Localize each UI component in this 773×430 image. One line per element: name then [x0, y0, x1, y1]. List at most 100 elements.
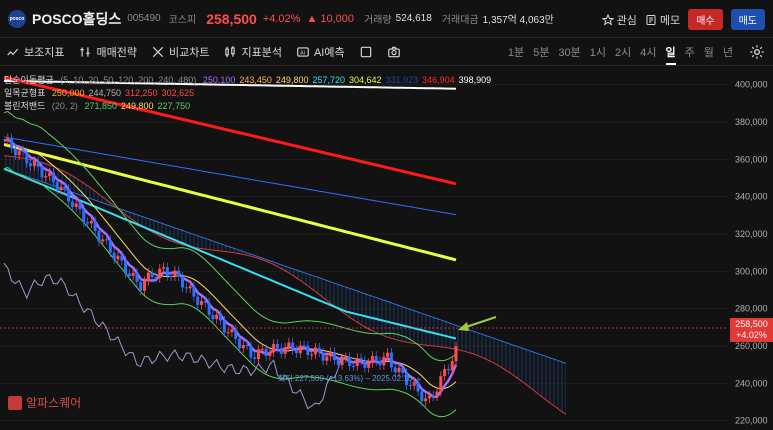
candle-body-104 [397, 367, 401, 373]
candle-body-56 [215, 314, 219, 320]
timeframe-tab-2[interactable]: 30분 [558, 44, 580, 65]
timeframe-tab-5[interactable]: 4시 [640, 44, 656, 65]
candle-body-24 [93, 220, 97, 231]
strategy-button[interactable]: 매매전략 [78, 44, 137, 60]
candle-body-46 [177, 270, 181, 277]
memo-button[interactable]: 메모 [645, 12, 680, 28]
candle-body-37 [143, 281, 147, 291]
compare-icon [152, 46, 164, 57]
volume-value: 524,618 [395, 13, 432, 24]
candle-body-20 [78, 203, 82, 210]
y-tick-label-0: 400,000 [735, 80, 768, 90]
checkbox-button[interactable] [359, 45, 373, 59]
candle-body-41 [158, 268, 162, 279]
candle-body-60 [230, 329, 234, 333]
candle-body-36 [139, 281, 143, 291]
alphasquare-watermark: 알파스퀘어 [8, 394, 81, 411]
candle-body-22 [86, 222, 90, 224]
strategy-icon [80, 46, 91, 57]
timeframe-tab-8[interactable]: 월 [704, 44, 714, 65]
current-price-tag: 258,500 +4.02% [730, 318, 773, 342]
ichimoku-legend[interactable]: 일목균형표 250,000 244,750 312,250 302,625 [4, 86, 202, 99]
candle-body-75 [287, 342, 291, 348]
ma-value-5: 331,923 [385, 75, 419, 85]
alphasquare-logo [8, 395, 22, 410]
candle-body-69 [264, 348, 268, 357]
timeframe-tab-1[interactable]: 5분 [533, 44, 549, 65]
ichimoku-value-3: 302,625 [161, 88, 195, 98]
candle-body-14 [55, 182, 59, 191]
candle-body-107 [408, 385, 412, 387]
timeframe-tab-7[interactable]: 주 [685, 44, 695, 65]
screenshot-button[interactable] [387, 45, 401, 59]
candle-body-114 [435, 391, 439, 397]
timeframe-tabs: 1분 5분 30분 1시 2시 4시 일 주 월 년 [508, 44, 733, 65]
low-price-annotation: 최저 227,500 (+13.63%) – 2025.02.10 → [278, 374, 423, 383]
candle-body-55 [211, 314, 215, 320]
candle-body-92 [351, 366, 355, 368]
timeframe-tab-3[interactable]: 1시 [590, 44, 606, 65]
timeframe-tab-9[interactable]: 년 [723, 44, 733, 65]
y-tick-label-1: 380,000 [735, 117, 768, 127]
svg-text:AI: AI [300, 50, 305, 56]
ma-value-3: 257,720 [312, 75, 346, 85]
candle-body-33 [127, 273, 131, 276]
ichimoku-lagging-line [3, 262, 343, 410]
timeframe-tab-4[interactable]: 2시 [615, 44, 631, 65]
candle-body-95 [363, 360, 367, 368]
stock-name[interactable]: POSCO홀딩스 [32, 9, 121, 29]
candle-body-86 [329, 352, 333, 357]
candle-body-3 [13, 148, 17, 156]
change-amount: ▲ 10,000 [306, 12, 355, 25]
candle-body-62 [237, 338, 241, 349]
candle-body-89 [340, 358, 344, 366]
candle-body-78 [298, 345, 302, 354]
candle-body-72 [275, 343, 279, 348]
candle-body-35 [135, 272, 139, 282]
candle-body-26 [101, 239, 105, 242]
candle-body-96 [367, 363, 371, 368]
candle-body-97 [370, 355, 374, 364]
candle-body-34 [131, 272, 135, 276]
candle-body-98 [374, 355, 378, 362]
ma-legend-title: 단순이동평균 [4, 75, 54, 85]
ai-forecast-button[interactable]: AI AI예측 [296, 44, 345, 60]
y-tick-label-2: 360,000 [735, 154, 768, 164]
ma-legend-params: (5, 10, 20, 50, 120, 200, 240, 480) [60, 75, 197, 85]
candle-body-4 [17, 150, 21, 156]
aux-indicator-button[interactable]: 보조지표 [6, 44, 64, 60]
candle-body-10 [40, 166, 44, 178]
candle-body-102 [389, 352, 393, 368]
chart-toolbar: 보조지표 매매전략 비교차트 지표분석 AI AI예측 1분 5분 30분 1시 2시 4… [0, 38, 773, 66]
candle-body-47 [181, 276, 185, 288]
timeframe-tab-0[interactable]: 1분 [508, 44, 524, 65]
ma-value-7: 398,909 [458, 75, 492, 85]
watch-button[interactable]: 관심 [601, 12, 637, 28]
buy-button[interactable]: 매수 [688, 9, 723, 30]
candle-body-49 [188, 286, 192, 289]
bollinger-legend[interactable]: 볼린저밴드 (20, 2) 271,850 249,800 227,750 [4, 99, 198, 112]
stock-header: posco POSCO홀딩스 005490 코스피 258,500 +4.02%… [0, 0, 773, 38]
candle-body-8 [32, 160, 36, 167]
candle-body-71 [272, 343, 276, 353]
aux-indicator-label: 보조지표 [24, 46, 65, 59]
candle-body-82 [313, 347, 317, 355]
price-tag-pct: +4.02% [736, 330, 767, 340]
candle-body-1 [6, 138, 10, 141]
y-tick-label-7: 260,000 [735, 341, 768, 351]
candle-body-101 [386, 352, 390, 357]
candle-body-77 [294, 350, 298, 354]
indicator-analysis-button[interactable]: 지표분석 [223, 44, 282, 60]
candle-body-63 [241, 345, 245, 349]
compare-chart-button[interactable]: 비교차트 [151, 44, 209, 60]
candle-body-19 [74, 203, 78, 208]
aux-indicator-icon [7, 48, 19, 55]
ma-legend[interactable]: 단순이동평균 (5, 10, 20, 50, 120, 200, 240, 48… [4, 73, 499, 86]
timeframe-tab-6[interactable]: 일 [665, 44, 676, 65]
y-tick-label-5: 300,000 [735, 266, 768, 276]
ma-value-6: 346,904 [422, 75, 455, 85]
bollinger-legend-params: (20, 2) [51, 101, 78, 111]
sell-button[interactable]: 매도 [730, 9, 765, 30]
candle-body-83 [317, 347, 321, 353]
gear-icon[interactable] [749, 44, 765, 60]
